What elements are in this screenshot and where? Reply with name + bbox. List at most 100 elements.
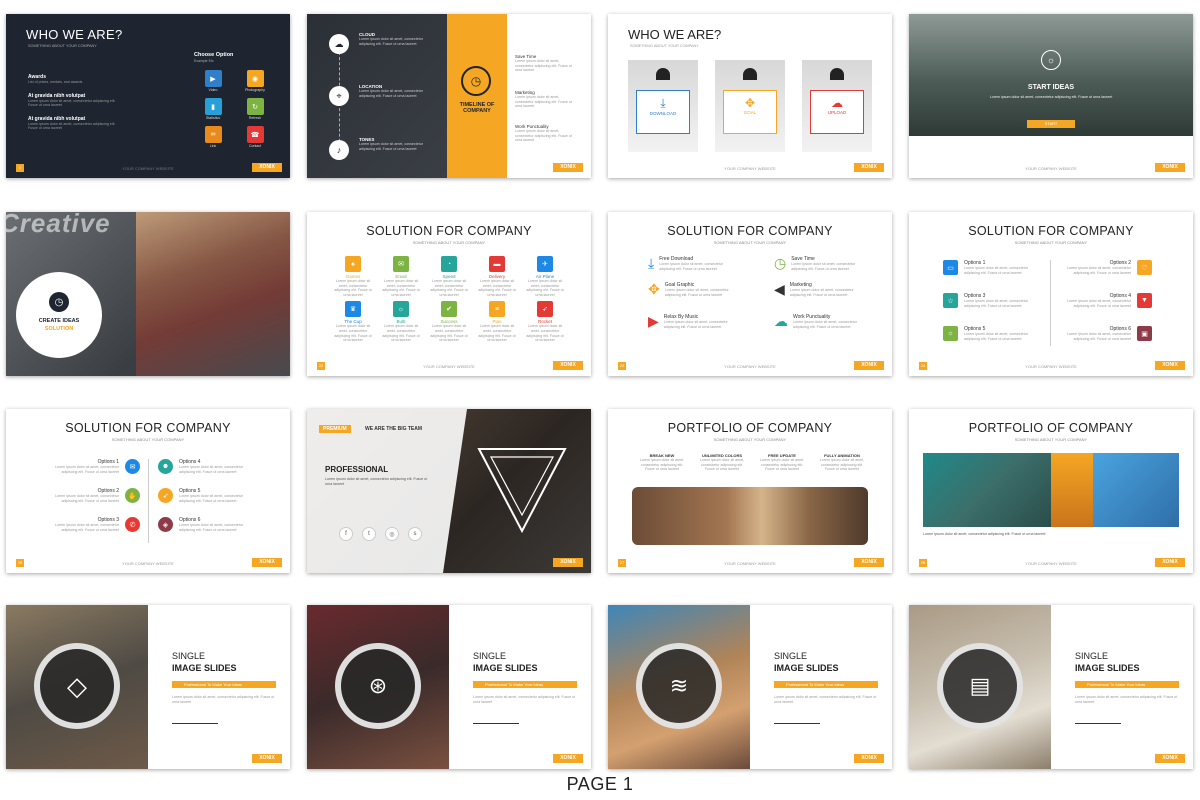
slide-title: SOLUTION FOR COMPANY [366,224,532,238]
slide-create-ideas[interactable]: ◷ CREATE IDEAS SOLUTION Creative [6,212,290,376]
plan-icon[interactable]: ≡ [489,301,505,318]
solution-grid: ♠ Games Lorem ipsum dolor sit amet, consec… [329,256,569,343]
brand-logo: XONIX [854,163,884,172]
the-cup-icon[interactable]: ♛ [345,301,361,318]
option-desc: Lorem ipsum dolor sit amet, consectetur … [1067,299,1131,308]
card[interactable]: ✥ GOAL [715,60,785,152]
refresh-icon[interactable]: ↻ [246,98,264,115]
item-desc: Lorem ipsum dolor sit amet, consectetur … [28,121,116,131]
bulb-icon: ☼ [1041,50,1061,70]
download-icon: ⤓ [648,255,655,271]
slide-single-image-chat[interactable]: ▤ SINGLE IMAGE SLIDES Professional To Ma… [909,605,1193,769]
success-icon[interactable]: ✔ [441,301,457,318]
start-button[interactable]: START [1027,120,1075,128]
team-icon: ⊛ [335,643,421,729]
slide-solution-grid[interactable]: SOLUTION FOR COMPANY SOMETHING ABOUT YOU… [307,212,591,376]
premium-tag: PREMIUM [319,425,351,433]
bulb-icon[interactable]: ☼ [393,301,409,318]
item-desc: List of prizes, medals, and awards [28,80,83,84]
brand-logo: XONIX [854,754,884,763]
single-line2: IMAGE SLIDES [774,663,839,673]
brand-logo: XONIX [1155,558,1185,567]
slide-single-image-layers[interactable]: ≋ SINGLE IMAGE SLIDES Professional To Ma… [608,605,892,769]
circle-badge: ◷ CREATE IDEAS SOLUTION [16,272,102,358]
brand-logo: XONIX [854,558,884,567]
grid-item-desc: Lorem ipsum dolor sit amet, consectetur … [382,279,420,297]
twitter-icon[interactable]: t [362,527,376,541]
footer-website: YOUR COMPANY WEBSITE [724,166,776,171]
icon-grid: ▶ Video ◉ Photography ▮ Statistics ↻ Refresh… [196,70,272,148]
slide-solution-options[interactable]: SOLUTION FOR COMPANY SOMETHING ABOUT YOU… [909,212,1193,376]
camera-icon[interactable]: ◉ [246,70,264,87]
slide-who-we-are-dark[interactable]: WHO WE ARE? SOMETHING ABOUT YOUR COMPANY… [6,14,290,178]
slide-timeline[interactable]: ☁ ⌖ ♪ CLOUD Lorem ipsum dolor sit amet, … [307,14,591,178]
slide-portfolio-banner[interactable]: PORTFOLIO OF COMPANY SOMETHING ABOUT YOU… [608,409,892,573]
tag-bar: Professional To Make Your Ideas [172,681,276,688]
icon-label: Statistics [205,116,220,120]
users-icon: ☻ [158,459,173,474]
facebook-icon[interactable]: f [339,527,353,541]
speed-icon[interactable]: ◔ [441,256,457,272]
skype-icon[interactable]: s [408,527,422,541]
card[interactable]: ☁ UPLOAD [802,60,872,152]
right-desc: Lorem ipsum dolor sit amet, consectetur … [515,59,572,73]
option-desc: Lorem ipsum dolor sit amet, consectetur … [1067,332,1131,341]
single-line2: IMAGE SLIDES [172,663,237,673]
air-plane-icon[interactable]: ✈ [537,256,553,272]
instagram-icon[interactable]: ◎ [385,527,399,541]
icon-label: Refresh [248,116,262,120]
slide-who-we-are-cards[interactable]: WHO WE ARE? SOMETHING ABOUT YOUR COMPANY… [608,14,892,178]
option-desc: Lorem ipsum dolor sit amet, consectetur … [55,465,119,474]
contact-icon[interactable]: ☎ [246,126,264,143]
divider [172,723,218,724]
slide-portfolio-triple[interactable]: PORTFOLIO OF COMPANY SOMETHING ABOUT YOU… [909,409,1193,573]
delivery-icon[interactable]: ▬ [489,256,505,272]
option-desc: Lorem ipsum dolor sit amet, consectetur … [1067,266,1131,275]
body-text: Lorem ipsum dolor sit amet, consectetur … [1075,695,1178,704]
slide-subtitle: SOMETHING ABOUT YOUR COMPANY [713,240,787,245]
body-text: Lorem ipsum dolor sit amet, consectetur … [473,695,576,704]
right-desc: Lorem ipsum dolor sit amet, consectetur … [515,129,572,143]
single-line1: SINGLE [774,651,808,661]
list-desc: Lorem ipsum dolor sit amet, consectetur … [793,320,857,329]
games-icon[interactable]: ♠ [345,256,361,272]
chart-icon[interactable]: ▮ [204,98,222,115]
slide-premium-professional[interactable]: PREMIUM WE ARE THE BIG TEAM PROFESSIONAL… [307,409,591,573]
grid-item: ◔ Speed Lorem ipsum dolor sit amet, consec… [425,256,473,297]
card[interactable]: ⤓ DOWNLOAD [628,60,698,152]
slide-single-image-diamond[interactable]: ◇ SINGLE IMAGE SLIDES Professional To Ma… [6,605,290,769]
slide-start-ideas[interactable]: ☼ START IDEAS Lorem ipsum dolor sit amet… [909,14,1193,178]
column-desc: Lorem ipsum dolor sit amet, consectetur … [639,458,685,472]
person-photo [136,212,290,376]
slide-title: WHO WE ARE? [628,27,722,42]
mail-icon: ✉ [125,459,140,474]
cloud-upload-icon: ☁ [774,313,788,329]
slide-solution-circle-options[interactable]: SOLUTION FOR COMPANY SOMETHING ABOUT YOU… [6,409,290,573]
rocket-icon[interactable]: ➶ [537,301,553,318]
badge-line1: CREATE IDEAS [38,318,80,324]
option-desc: Lorem ipsum dolor sit amet, consectetur … [964,332,1028,341]
lamp-icon [743,68,757,80]
play-icon[interactable]: ▶ [204,70,222,87]
footer-website: YOUR COMPANY WEBSITE [1025,166,1077,171]
single-line1: SINGLE [172,651,206,661]
forest-photo [909,14,1193,136]
star-icon: ☆ [943,293,958,308]
slide-solution-list[interactable]: SOLUTION FOR COMPANY SOMETHING ABOUT YOU… [608,212,892,376]
grid-item: ▬ Delivery Lorem ipsum dolor sit amet, con… [473,256,521,297]
grid-item-desc: Lorem ipsum dolor sit amet, consectetur … [430,279,468,297]
email-icon[interactable]: ✉ [393,256,409,272]
watermark: Creative [6,212,111,238]
option-desc: Lorem ipsum dolor sit amet, consectetur … [179,465,243,474]
download-icon: ⤓ [660,96,666,110]
bell-icon: ♪ [329,140,349,160]
list-desc: Lorem ipsum dolor sit amet, consectetur … [789,288,854,297]
megaphone-icon: ◀ [774,281,785,297]
option-desc: Lorem ipsum dolor sit amet, consectetur … [55,523,119,532]
team-label: WE ARE THE BIG TEAM [365,426,423,432]
slide-subtitle: SOMETHING ABOUT YOUR COMPANY [1014,240,1088,245]
link-icon[interactable]: ∞ [204,126,222,143]
slide-single-image-team[interactable]: ⊛ SINGLE IMAGE SLIDES Professional To Ma… [307,605,591,769]
diamond-icon: ◇ [34,643,120,729]
brand-logo: XONIX [854,361,884,370]
